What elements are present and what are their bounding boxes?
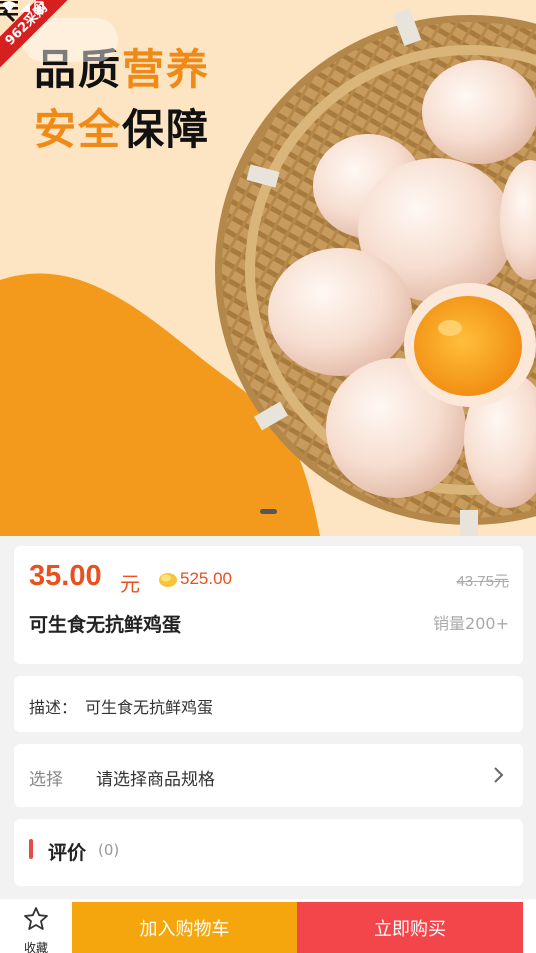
- promo-headline-2: 安全保障: [34, 105, 211, 154]
- favorite-button[interactable]: 收藏: [0, 899, 72, 953]
- review-section[interactable]: 评价 (0): [14, 819, 523, 886]
- spec-placeholder: 请选择商品规格: [96, 770, 215, 790]
- add-to-cart-button[interactable]: 加入购物车: [72, 902, 297, 953]
- points-value: 525.00: [180, 569, 232, 588]
- price-card: 35.00 元 525.00 43.75元 可生食无抗鲜鸡蛋 销量200+: [14, 546, 523, 664]
- wifi-icon: [2, 1, 16, 12]
- description-text: 可生食无抗鲜鸡蛋: [85, 698, 214, 717]
- review-count: (0): [98, 841, 120, 859]
- status-bar-icons: [2, 1, 44, 14]
- review-title: 评价: [48, 842, 87, 864]
- carousel-indicator: [260, 509, 277, 514]
- bottom-action-bar: 收藏 加入购物车 立即购买: [0, 899, 536, 953]
- chevron-right-icon: [494, 767, 504, 783]
- spec-label: 选择: [29, 770, 63, 790]
- signal-icon: [20, 2, 30, 12]
- star-icon: [24, 907, 48, 930]
- spec-selector[interactable]: 选择 请选择商品规格: [14, 744, 523, 807]
- favorite-label: 收藏: [23, 941, 48, 953]
- price-unit: 元: [120, 572, 140, 596]
- section-accent-bar: [29, 839, 33, 859]
- description-label: 描述：: [29, 698, 78, 717]
- sale-price: 35.00: [29, 560, 102, 592]
- sales-count: 销量200+: [433, 614, 509, 633]
- description-card: 描述： 可生食无抗鲜鸡蛋: [14, 676, 523, 732]
- coin-icon: [159, 573, 177, 587]
- original-price: 43.75元: [456, 573, 509, 590]
- product-name: 可生食无抗鲜鸡蛋: [29, 614, 182, 636]
- buy-now-button[interactable]: 立即购买: [297, 902, 523, 953]
- product-image-carousel[interactable]: 品质营养 安全保障 962采购: [0, 0, 536, 536]
